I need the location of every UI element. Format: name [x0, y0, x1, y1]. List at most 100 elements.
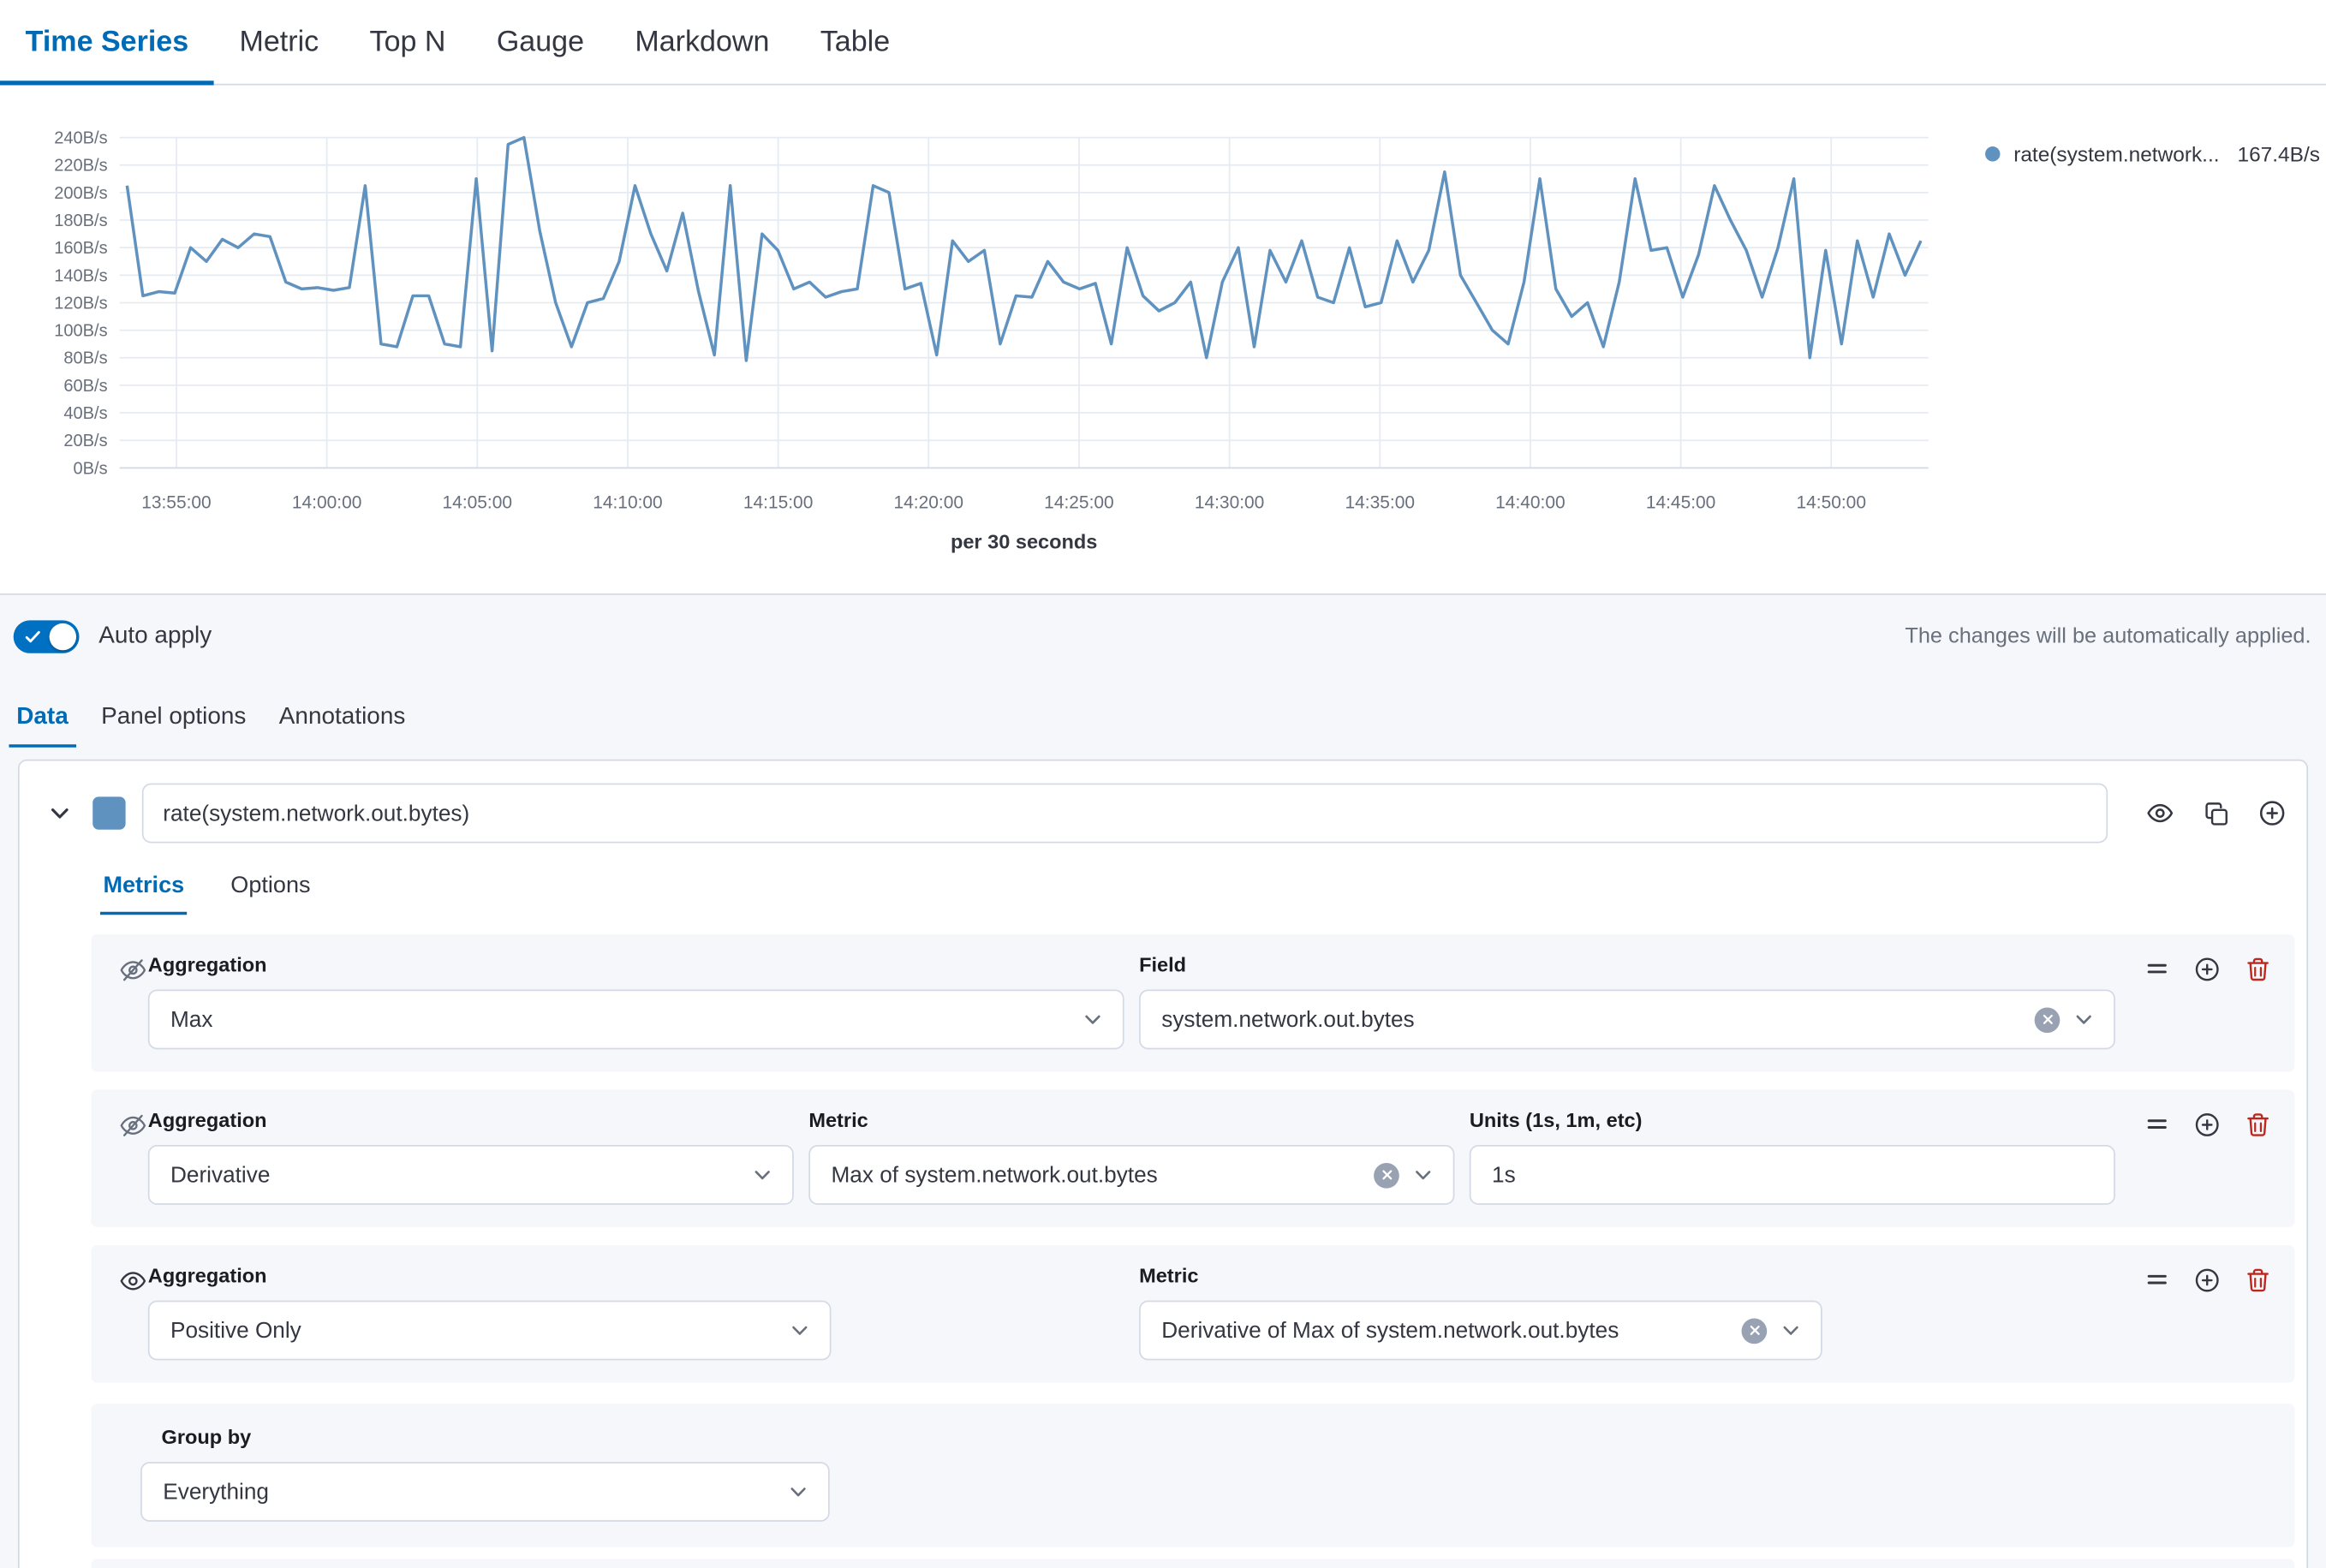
tab-table[interactable]: Table: [795, 0, 915, 84]
auto-apply-toggle[interactable]: [14, 620, 80, 653]
aggregation-select[interactable]: Positive Only: [148, 1301, 832, 1361]
editor-area: Auto apply The changes will be automatic…: [0, 593, 2326, 1568]
legend-series-value: 167.4B/s: [2237, 142, 2319, 166]
select-value: Positive Only: [170, 1318, 776, 1344]
auto-apply-label: Auto apply: [98, 623, 212, 650]
series-actions: [2147, 800, 2286, 826]
tab-gauge[interactable]: Gauge: [471, 0, 610, 84]
eye-closed-icon[interactable]: [120, 957, 148, 1049]
tab-markdown[interactable]: Markdown: [610, 0, 795, 84]
chevron-down-icon: [1081, 1007, 1105, 1031]
svg-text:180B/s: 180B/s: [54, 212, 107, 230]
chevron-down-icon: [788, 1319, 812, 1343]
svg-text:0B/s: 0B/s: [74, 459, 108, 478]
config-tabs: Data Panel options Annotations: [0, 678, 2326, 756]
eye-closed-icon[interactable]: [120, 1112, 148, 1205]
units-label: Units (1s, 1m, etc): [1470, 1109, 2115, 1131]
clear-selection-icon[interactable]: [1742, 1318, 1768, 1344]
legend-item[interactable]: rate(system.network... 167.4B/s: [1985, 142, 2320, 166]
svg-text:14:40:00: 14:40:00: [1495, 492, 1566, 512]
clone-series-icon[interactable]: [2204, 801, 2229, 826]
svg-text:14:35:00: 14:35:00: [1345, 492, 1415, 512]
row-actions: [2145, 1112, 2271, 1205]
series-tabs: Metrics Options: [100, 866, 2294, 915]
field-label: Field: [1139, 954, 2115, 976]
combo-value: system.network.out.bytes: [1161, 1007, 2022, 1033]
svg-text:220B/s: 220B/s: [54, 157, 107, 176]
series-color-swatch[interactable]: [92, 796, 125, 829]
legend-color-dot: [1985, 146, 2000, 161]
eye-open-icon[interactable]: [120, 1267, 148, 1360]
add-metric-icon[interactable]: [2194, 957, 2220, 982]
toggle-thumb: [50, 623, 76, 650]
chevron-down-icon[interactable]: [46, 800, 79, 826]
select-value: Everything: [163, 1479, 774, 1505]
svg-text:80B/s: 80B/s: [63, 349, 107, 368]
svg-text:14:00:00: 14:00:00: [292, 492, 362, 512]
svg-text:120B/s: 120B/s: [54, 294, 107, 313]
clear-selection-icon[interactable]: [2035, 1007, 2061, 1033]
svg-text:160B/s: 160B/s: [54, 239, 107, 258]
svg-text:14:45:00: 14:45:00: [1646, 492, 1716, 512]
metric-combobox[interactable]: Derivative of Max of system.network.out.…: [1139, 1301, 1822, 1361]
metric-combobox[interactable]: Max of system.network.out.bytes: [808, 1145, 1454, 1205]
tab-label: Metrics: [103, 873, 184, 898]
row-actions: [2145, 957, 2271, 1049]
series-label-input[interactable]: [142, 784, 2108, 844]
tab-metrics[interactable]: Metrics: [100, 866, 188, 915]
svg-text:100B/s: 100B/s: [54, 322, 107, 341]
row-actions: [2145, 1267, 2271, 1360]
aggregation-row: Aggregation Positive Only Metric Derivat…: [91, 1245, 2294, 1383]
chart-section: 240B/s220B/s200B/s180B/s160B/s140B/s120B…: [0, 85, 2326, 593]
time-series-chart: 240B/s220B/s200B/s180B/s160B/s140B/s120B…: [0, 103, 1943, 554]
aggregation-select[interactable]: Max: [148, 990, 1124, 1050]
field-combobox[interactable]: system.network.out.bytes: [1139, 990, 2115, 1050]
delete-metric-icon[interactable]: [2245, 1112, 2271, 1138]
chevron-down-icon: [1411, 1163, 1435, 1187]
group-by-select[interactable]: Everything: [140, 1462, 830, 1522]
tab-label: Panel options: [101, 704, 246, 730]
chart-legend: rate(system.network... 167.4B/s: [1943, 103, 2326, 554]
svg-text:13:55:00: 13:55:00: [141, 492, 212, 512]
tab-top-n[interactable]: Top N: [344, 0, 471, 84]
svg-text:200B/s: 200B/s: [54, 184, 107, 203]
svg-text:40B/s: 40B/s: [63, 404, 107, 423]
tab-options[interactable]: Options: [228, 866, 313, 915]
tab-annotations[interactable]: Annotations: [263, 678, 422, 756]
units-input[interactable]: [1470, 1145, 2115, 1205]
aggregation-row: Aggregation Max Field system.network.out…: [91, 934, 2294, 1072]
svg-text:60B/s: 60B/s: [63, 377, 107, 396]
tab-time-series[interactable]: Time Series: [0, 0, 214, 84]
delete-metric-icon[interactable]: [2245, 1267, 2271, 1293]
auto-apply-bar: Auto apply The changes will be automatic…: [0, 593, 2326, 678]
eye-icon[interactable]: [2147, 800, 2174, 826]
tsvb-editor: Time Series Metric Top N Gauge Markdown …: [0, 0, 2326, 1568]
tab-data[interactable]: Data: [0, 678, 85, 756]
svg-text:per 30 seconds: per 30 seconds: [951, 531, 1097, 553]
chevron-down-icon: [2072, 1007, 2096, 1031]
aggregation-select[interactable]: Derivative: [148, 1145, 794, 1205]
tab-panel-options[interactable]: Panel options: [85, 678, 263, 756]
aggregation-label: Aggregation: [148, 954, 1124, 976]
drag-handle-icon[interactable]: [2145, 1267, 2169, 1291]
aggregation-label: Aggregation: [148, 1265, 1124, 1287]
select-value: Derivative: [170, 1162, 738, 1188]
add-series-icon[interactable]: [2258, 800, 2285, 826]
chevron-down-icon: [750, 1163, 774, 1187]
tab-label: Metric: [240, 25, 319, 59]
add-metric-icon[interactable]: [2194, 1112, 2220, 1138]
add-metric-icon[interactable]: [2194, 1267, 2220, 1293]
select-value: Max: [170, 1007, 1069, 1033]
clear-selection-icon[interactable]: [1374, 1162, 1399, 1188]
svg-text:14:25:00: 14:25:00: [1044, 492, 1114, 512]
tab-metric[interactable]: Metric: [214, 0, 344, 84]
panel-type-tabs: Time Series Metric Top N Gauge Markdown …: [0, 0, 2326, 85]
svg-text:14:05:00: 14:05:00: [443, 492, 513, 512]
drag-handle-icon[interactable]: [2145, 957, 2169, 981]
group-by-label: Group by: [162, 1426, 2271, 1448]
delete-metric-icon[interactable]: [2245, 957, 2271, 982]
tab-label: Top N: [370, 25, 446, 59]
drag-handle-icon[interactable]: [2145, 1112, 2169, 1136]
svg-text:14:10:00: 14:10:00: [593, 492, 663, 512]
svg-text:140B/s: 140B/s: [54, 266, 107, 285]
